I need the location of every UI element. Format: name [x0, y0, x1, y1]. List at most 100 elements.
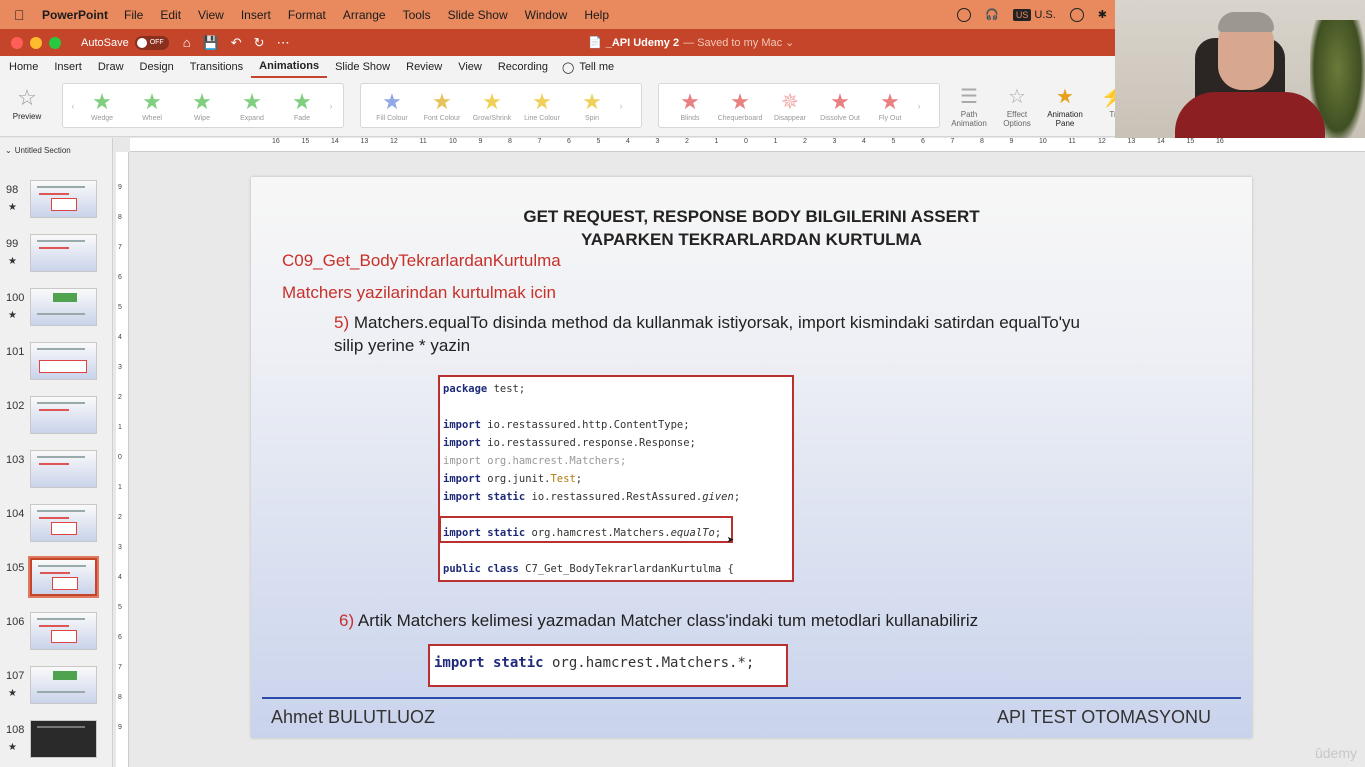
topic-heading[interactable]: Matchers yazilarindan kurtulmak icin [282, 283, 556, 303]
effect-dissolve-out[interactable]: ★ Dissolve Out [815, 89, 865, 122]
more-icon[interactable]: ⋯ [277, 35, 290, 51]
section-header[interactable]: ⌄ Untitled Section [5, 146, 71, 155]
slide-thumbnail-107[interactable]: 107 ★ [0, 665, 112, 711]
effect-fly-out[interactable]: ★ Fly Out [865, 89, 915, 122]
path-animation-button[interactable]: ☰ Path Animation [950, 84, 988, 128]
undo-icon[interactable]: ↶ [231, 35, 242, 51]
home-icon[interactable]: ⌂ [183, 35, 191, 51]
menu-window[interactable]: Window [525, 8, 568, 22]
effect-blinds[interactable]: ★ Blinds [665, 89, 715, 122]
bluetooth-icon[interactable]: ✱ [1098, 8, 1107, 21]
apple-icon[interactable]:  [14, 7, 32, 23]
footer-course[interactable]: API TEST OTOMASYONU [997, 707, 1211, 728]
tab-recording[interactable]: Recording [490, 56, 556, 78]
effect-spin[interactable]: ★ Spin [567, 89, 617, 122]
tab-draw[interactable]: Draw [90, 56, 132, 78]
slide-number: 101 [6, 346, 25, 358]
tell-me-search[interactable]: ◯ Tell me [556, 61, 614, 74]
autosave-toggle[interactable]: OFF [134, 35, 169, 50]
effect-fill-colour[interactable]: ★ Fill Colour [367, 89, 417, 122]
slide-thumbnail-101[interactable]: 101 [0, 341, 112, 387]
scroll-left-icon[interactable]: ‹ [69, 101, 77, 111]
headphones-icon[interactable]: 🎧 [985, 8, 999, 21]
webcam-overlay [1115, 0, 1365, 142]
preview-button[interactable]: ☆ Preview [6, 84, 48, 132]
slide-thumbnail-99[interactable]: 99 ★ [0, 233, 112, 279]
menu-view[interactable]: View [198, 8, 224, 22]
tab-design[interactable]: Design [132, 56, 182, 78]
close-window-button[interactable] [11, 36, 23, 49]
play-icon[interactable] [1069, 7, 1084, 22]
class-name-heading[interactable]: C09_Get_BodyTekrarlardanKurtulma [282, 251, 561, 271]
redo-icon[interactable]: ↻ [254, 35, 265, 51]
tab-view[interactable]: View [450, 56, 490, 78]
effect-grow-shrink[interactable]: ★ Grow/Shrink [467, 89, 517, 122]
step-6-body: Artik Matchers kelimesi yazmadan Matcher… [357, 611, 979, 630]
ruler-tick: 2 [685, 138, 689, 145]
menu-insert[interactable]: Insert [241, 8, 271, 22]
effect-line-colour[interactable]: ★ Line Colour [517, 89, 567, 122]
slide-title[interactable]: GET REQUEST, RESPONSE BODY BILGILERINI A… [251, 205, 1252, 251]
footer-author[interactable]: Ahmet BULUTLUOZ [271, 707, 435, 728]
step-6-text[interactable]: 6) Artik Matchers kelimesi yazmadan Matc… [339, 611, 978, 631]
tab-review[interactable]: Review [398, 56, 450, 78]
scroll-right-icon[interactable]: › [327, 101, 335, 111]
slide-thumbnail-100[interactable]: 100 ★ [0, 287, 112, 333]
blinds-star-icon: ★ [680, 89, 700, 114]
effect-wipe[interactable]: ★ Wipe [177, 89, 227, 122]
save-icon[interactable]: 💾 [203, 35, 219, 51]
menu-app-name[interactable]: PowerPoint [42, 8, 108, 22]
import-static-box[interactable]: import static org.hamcrest.Matchers.*; [428, 644, 788, 687]
effect-expand[interactable]: ★ Expand [227, 89, 277, 122]
effect-wedge[interactable]: ★ Wedge [77, 89, 127, 122]
menu-file[interactable]: File [124, 8, 143, 22]
scroll-right-icon[interactable]: › [617, 101, 625, 111]
effect-disappear[interactable]: ✵ Disappear [765, 89, 815, 122]
effect-font-colour[interactable]: ★ Font Colour [417, 89, 467, 122]
code-line: package test; [443, 380, 792, 398]
menu-tools[interactable]: Tools [403, 8, 431, 22]
slide-thumbnail-108[interactable]: 108 ★ [0, 719, 112, 765]
step-5-text[interactable]: 5) Matchers.equalTo disinda method da ku… [334, 311, 1094, 357]
tab-slide-show[interactable]: Slide Show [327, 56, 398, 78]
lightbulb-icon: ◯ [562, 61, 575, 74]
effect-chequerboard[interactable]: ★ Chequerboard [715, 89, 765, 122]
tab-animations[interactable]: Animations [251, 56, 328, 78]
code-screenshot[interactable]: package test; import io.restassured.http… [438, 375, 794, 582]
screen-share-icon[interactable] [957, 7, 972, 22]
menu-format[interactable]: Format [288, 8, 326, 22]
slide-thumbnail-98[interactable]: 98 ★ [0, 179, 112, 225]
toggle-knob [136, 37, 147, 48]
tab-transitions[interactable]: Transitions [182, 56, 251, 78]
zoom-window-button[interactable] [49, 36, 61, 49]
tab-insert[interactable]: Insert [46, 56, 90, 78]
minimize-window-button[interactable] [30, 36, 42, 49]
effect-options-button[interactable]: ☆ Effect Options [998, 84, 1036, 128]
effect-wheel[interactable]: ★ Wheel [127, 89, 177, 122]
scroll-right-icon[interactable]: › [915, 101, 923, 111]
slide-thumbnail-102[interactable]: 102 [0, 395, 112, 441]
animation-pane-button[interactable]: ★ Animation Pane [1046, 84, 1084, 128]
slide-thumbnail-105[interactable]: 105 [0, 556, 112, 603]
tab-home[interactable]: Home [0, 56, 46, 78]
ruler-tick: 5 [118, 604, 122, 611]
document-title[interactable]: 📄 _API Udemy 2 — Saved to my Mac ⌄ [588, 29, 794, 56]
slide-thumbnail-104[interactable]: 104 [0, 503, 112, 549]
keyboard-input-menu[interactable]: US U.S. [1012, 8, 1056, 21]
step-6-number: 6) [339, 611, 355, 630]
thumb-line [37, 348, 85, 350]
section-name: Untitled Section [14, 146, 71, 155]
menu-slide-show[interactable]: Slide Show [448, 8, 508, 22]
menu-arrange[interactable]: Arrange [343, 8, 386, 22]
slide-thumbnail-103[interactable]: 103 [0, 449, 112, 495]
animation-star-icon: ★ [8, 256, 17, 267]
slide-preview [30, 396, 97, 434]
slide-105[interactable]: GET REQUEST, RESPONSE BODY BILGILERINI A… [251, 177, 1252, 738]
ruler-tick: 10 [1039, 138, 1047, 145]
slide-thumbnail-106[interactable]: 106 [0, 611, 112, 657]
menu-help[interactable]: Help [584, 8, 609, 22]
effect-fade[interactable]: ★ Fade [277, 89, 327, 122]
code-keyword: import [443, 419, 481, 431]
menu-edit[interactable]: Edit [160, 8, 181, 22]
slide-thumbnail-panel[interactable]: ⌄ Untitled Section 98 ★ 99 ★ 100 ★ 101 10… [0, 138, 113, 767]
